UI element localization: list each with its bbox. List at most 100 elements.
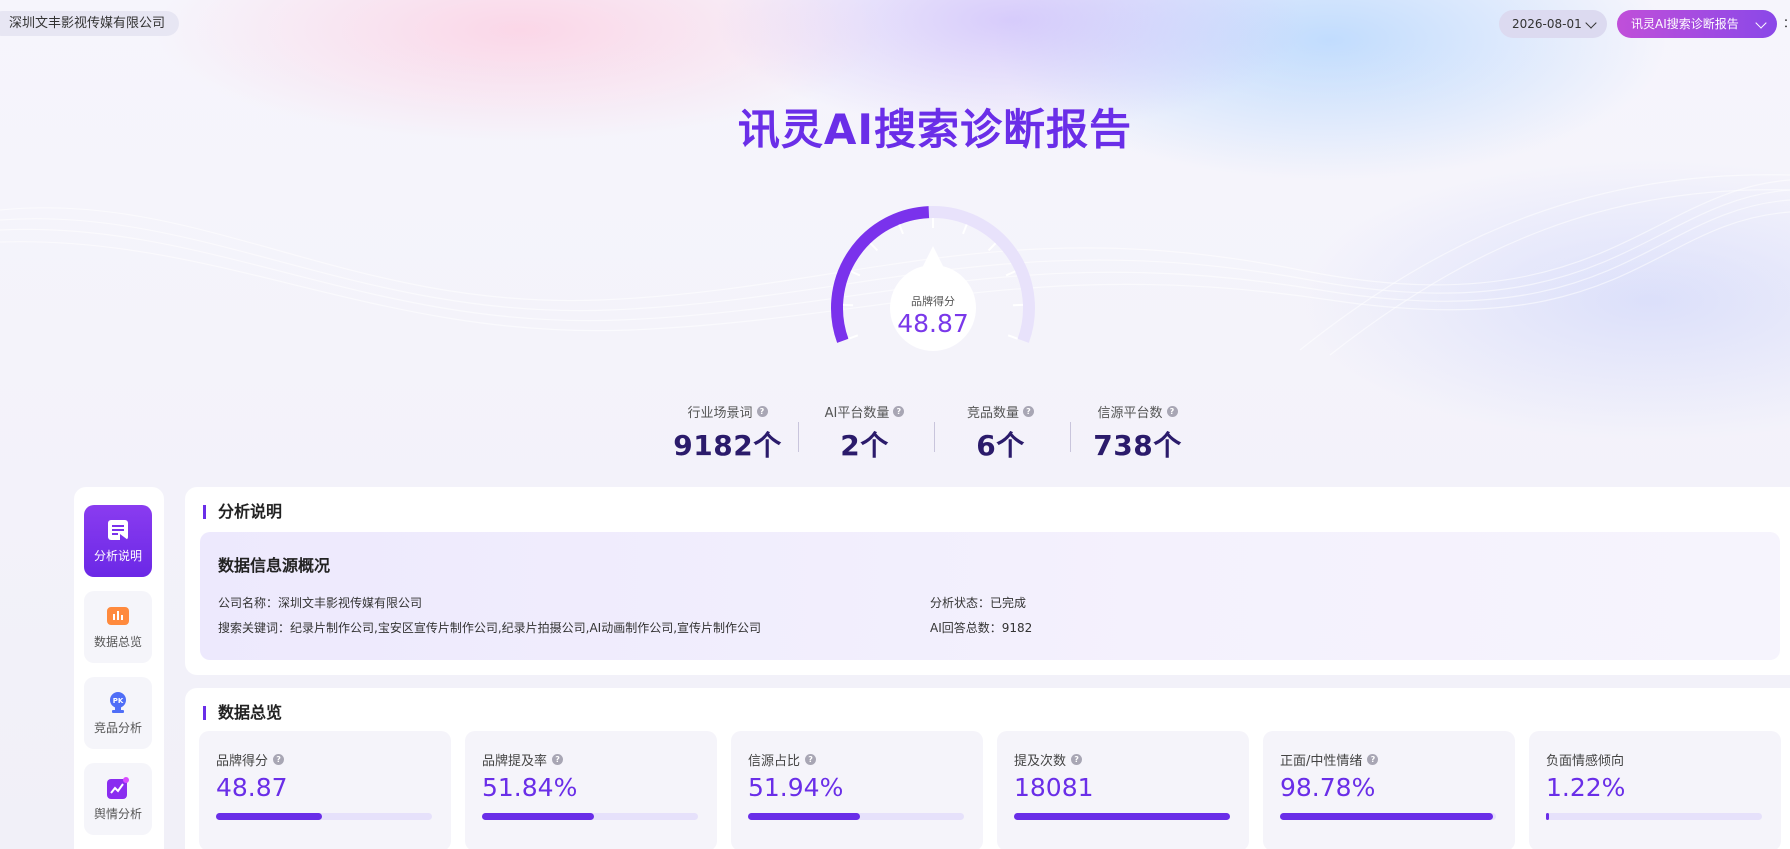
metric-progress-track: [482, 813, 698, 820]
document-icon: [107, 519, 129, 541]
metric-progress-track: [216, 813, 432, 820]
metric-progress-fill: [1280, 813, 1494, 820]
help-icon[interactable]: ?: [1166, 406, 1178, 417]
analysis-panel: 分析说明 数据信息源概况 公司名称：深圳文丰影视传媒有限公司 搜索关键词：纪录片…: [185, 487, 1790, 675]
gauge-label: 品牌得分: [911, 295, 955, 308]
nav-item-label: 舆情分析: [93, 807, 142, 821]
metric-progress-fill: [482, 813, 594, 820]
metric-card-label-row: 提及次数?: [1014, 750, 1083, 769]
nav-item-overview[interactable]: 数据总览: [84, 591, 152, 663]
summary-stats: 行业场景词? 9182个 AI平台数量? 2个 竞品数量? 6个 信源平台数? …: [660, 402, 1200, 462]
metric-card-value: 1.22%: [1546, 773, 1626, 802]
gauge-tick: [869, 242, 879, 252]
metric-card-label: 品牌提及率: [482, 754, 548, 769]
nav-item-label: 分析说明: [93, 549, 142, 563]
nav-item-competitors[interactable]: PK 竞品分析: [84, 677, 152, 749]
metric-card-label-row: 正面/中性情绪?: [1280, 750, 1379, 769]
chevron-down-icon: [1755, 17, 1767, 29]
stat-ai-platforms: AI平台数量? 2个: [797, 402, 932, 464]
stat-label: 信源平台数: [1097, 406, 1163, 421]
metric-card: 信源占比? 51.94%: [731, 731, 983, 849]
gauge-tick: [962, 224, 968, 235]
gauge-value: 48.87: [897, 309, 969, 338]
metric-progress-track: [1014, 813, 1230, 820]
stat-value: 9182个: [673, 429, 782, 462]
gauge-tick: [898, 224, 904, 235]
metric-progress-fill: [216, 813, 322, 820]
nav-item-label: 竞品分析: [93, 721, 142, 735]
brand-score-gauge: [831, 206, 1035, 351]
info-box-title: 数据信息源概况: [218, 556, 331, 575]
help-icon[interactable]: ?: [756, 406, 768, 417]
stat-value: 738个: [1093, 429, 1182, 462]
stat-label: 行业场景词: [687, 406, 753, 421]
help-icon[interactable]: ?: [552, 754, 564, 765]
metric-card-label: 提及次数: [1014, 754, 1067, 769]
page-title: 讯灵AI搜索诊断报告: [737, 105, 1133, 154]
help-icon[interactable]: ?: [805, 754, 817, 765]
metric-card-label-row: 品牌提及率?: [482, 750, 564, 769]
metric-card: 负面情感倾向 1.22%: [1529, 731, 1781, 849]
pk-trophy-icon: PK: [107, 691, 129, 713]
metric-card-label-row: 信源占比?: [748, 750, 817, 769]
bar-chart-icon: [107, 605, 129, 627]
nav-item-analysis[interactable]: 分析说明: [84, 505, 152, 577]
help-icon[interactable]: ?: [1367, 754, 1379, 765]
metric-progress-fill: [1546, 813, 1549, 820]
section-title: 分析说明: [203, 504, 282, 520]
data-source-overview: 数据信息源概况 公司名称：深圳文丰影视传媒有限公司 搜索关键词：纪录片制作公司,…: [200, 532, 1780, 660]
section-title: 数据总览: [203, 705, 282, 721]
help-icon[interactable]: ?: [893, 406, 905, 417]
help-icon[interactable]: ?: [273, 754, 285, 765]
chevron-down-icon: [1585, 17, 1597, 29]
gauge-tick: [987, 242, 997, 252]
gauge-tick: [850, 270, 861, 277]
metric-progress-track: [1280, 813, 1496, 820]
metric-card-label-row: 品牌得分?: [216, 750, 285, 769]
company-line: 公司名称：深圳文丰影视传媒有限公司: [218, 596, 423, 610]
help-icon[interactable]: ?: [1023, 406, 1034, 417]
report-select[interactable]: 讯灵AI搜索诊断报告: [1617, 10, 1777, 38]
side-navigation: 分析说明 数据总览 PK 竞品分析 舆情分析: [74, 487, 164, 849]
help-icon[interactable]: ?: [1071, 754, 1083, 765]
metric-progress-track: [748, 813, 964, 820]
stat-competitors: 竞品数量? 6个: [933, 402, 1068, 464]
answers-line: AI回答总数：9182: [930, 621, 1033, 635]
metric-card-value: 98.78%: [1280, 773, 1376, 802]
metric-card: 品牌提及率? 51.84%: [465, 731, 717, 849]
report-select-value: 讯灵AI搜索诊断报告: [1631, 17, 1739, 31]
overview-panel: 数据总览 品牌得分? 48.87 品牌提及率? 51.84% 信源占比? 51.94% 提及…: [185, 688, 1790, 849]
metric-progress-track: [1546, 813, 1762, 820]
metric-card-value: 18081: [1014, 773, 1094, 802]
stat-scene-words: 行业场景词? 9182个: [660, 402, 795, 464]
stat-value: 6个: [976, 429, 1025, 462]
date-select-value: 2026-08-01: [1512, 17, 1582, 31]
trend-chart-icon: [107, 777, 129, 799]
metric-card: 正面/中性情绪? 98.78%: [1263, 731, 1515, 849]
metric-progress-fill: [1014, 813, 1230, 820]
metric-card: 提及次数? 18081: [997, 731, 1249, 849]
stat-label: 竞品数量: [966, 406, 1019, 421]
metric-card-value: 51.94%: [748, 773, 844, 802]
nav-item-label: 数据总览: [93, 635, 142, 649]
header-edge-glyph: ：: [1783, 14, 1790, 31]
metric-card-label: 品牌得分: [216, 754, 269, 769]
metric-card-label-row: 负面情感倾向: [1546, 750, 1624, 769]
metric-progress-fill: [748, 813, 861, 820]
metric-card-value: 48.87: [216, 773, 288, 802]
gauge-tick: [1005, 270, 1016, 277]
status-line: 分析状态：已完成: [930, 596, 1027, 610]
company-name-badge: 深圳文丰影视传媒有限公司: [0, 11, 180, 36]
metric-card-label: 负面情感倾向: [1546, 754, 1625, 769]
stat-source-platforms: 信源平台数? 738个: [1070, 402, 1205, 464]
stat-value: 2个: [840, 429, 889, 462]
svg-text:PK: PK: [113, 697, 124, 705]
stat-label: AI平台数量: [824, 406, 890, 421]
metric-card: 品牌得分? 48.87: [199, 731, 451, 849]
metric-card-label: 正面/中性情绪: [1280, 754, 1363, 769]
nav-item-sentiment[interactable]: 舆情分析: [84, 763, 152, 835]
date-select[interactable]: 2026-08-01: [1499, 10, 1607, 38]
metric-card-label: 信源占比: [748, 754, 801, 769]
keywords-line: 搜索关键词：纪录片制作公司,宝安区宣传片制作公司,纪录片拍摄公司,AI动画制作公…: [218, 621, 762, 635]
metric-card-value: 51.84%: [482, 773, 578, 802]
